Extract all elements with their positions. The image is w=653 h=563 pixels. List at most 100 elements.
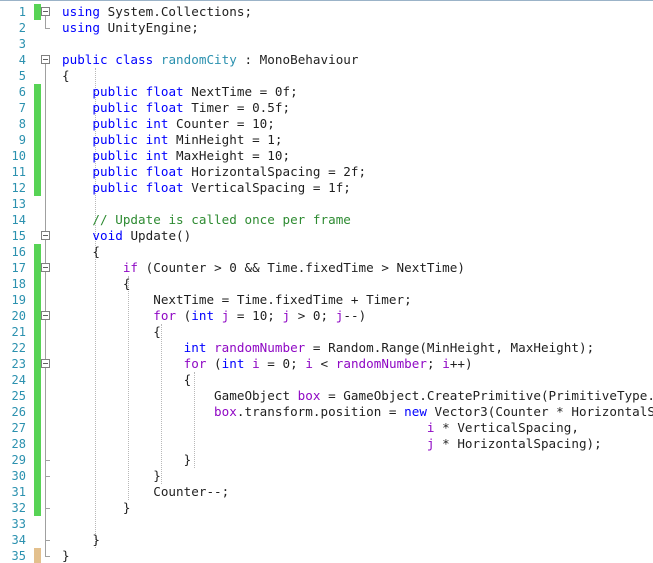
token-plain: * VerticalSpacing, xyxy=(434,420,579,435)
code-line[interactable]: } xyxy=(62,532,100,548)
token-plain: > 0; xyxy=(290,308,336,323)
token-plain: Counter = 10; xyxy=(168,116,275,131)
code-line[interactable]: public float Timer = 0.5f; xyxy=(62,100,290,116)
token-plain: = 0; xyxy=(259,356,306,371)
code-line[interactable]: public float NextTime = 0f; xyxy=(62,84,298,100)
code-line[interactable]: // Update is called once per frame xyxy=(62,212,351,228)
token-plain: GameObject xyxy=(62,388,298,403)
token-plain: HorizontalSpacing = 2f; xyxy=(183,164,367,179)
token-kw: int xyxy=(183,340,207,355)
token-plain: } xyxy=(62,532,101,547)
token-plain: UnityEngine; xyxy=(100,20,199,35)
code-line[interactable]: box.transform.position = new Vector3(Cou… xyxy=(62,404,653,420)
code-line[interactable]: if (Counter > 0 && Time.fixedTime > Next… xyxy=(62,260,465,276)
code-line[interactable]: public int Counter = 10; xyxy=(62,116,275,132)
token-var: randomNumber xyxy=(335,356,427,371)
token-kw: int xyxy=(191,308,215,323)
token-var: box xyxy=(214,404,237,419)
token-var: i xyxy=(305,356,313,371)
code-line[interactable]: { xyxy=(62,324,161,340)
token-plain: ++) xyxy=(449,356,473,371)
code-line[interactable]: j * HorizontalSpacing); xyxy=(62,436,602,452)
code-line[interactable]: NextTime = Time.fixedTime + Timer; xyxy=(62,292,412,308)
token-plain: Counter--; xyxy=(62,484,230,499)
token-cmt: // Update is called once per frame xyxy=(92,212,351,227)
code-line[interactable]: { xyxy=(62,372,192,388)
code-line[interactable]: for (int j = 10; j > 0; j--) xyxy=(62,308,366,324)
token-plain: } xyxy=(62,500,131,515)
code-line[interactable]: using System.Collections; xyxy=(62,4,252,20)
code-line[interactable]: using UnityEngine; xyxy=(62,20,199,36)
token-plain: { xyxy=(62,324,161,339)
token-kw: using xyxy=(62,20,101,35)
token-ctl: for xyxy=(153,308,177,323)
code-line[interactable]: i * VerticalSpacing, xyxy=(62,420,579,436)
token-kw: public float xyxy=(92,180,184,195)
token-kw: new xyxy=(404,404,427,419)
code-line[interactable]: { xyxy=(62,68,70,84)
token-kw: public float xyxy=(92,100,184,115)
token-ctl: for xyxy=(183,356,207,371)
code-line[interactable]: void Update() xyxy=(62,228,191,244)
token-var: i xyxy=(252,356,260,371)
code-line[interactable]: public int MaxHeight = 10; xyxy=(62,148,290,164)
code-line[interactable]: { xyxy=(62,244,100,260)
token-plain: * HorizontalSpacing); xyxy=(434,436,602,451)
token-kw: public float xyxy=(92,84,184,99)
code-line[interactable]: } xyxy=(62,452,192,468)
token-plain: .transform.position = xyxy=(236,404,405,419)
token-kw: public int xyxy=(92,116,169,131)
token-var: i xyxy=(442,356,450,371)
code-line[interactable]: int randomNumber = Random.Range(MinHeigh… xyxy=(62,340,595,356)
code-text-area[interactable]: using System.Collections; using UnityEngi… xyxy=(0,1,653,563)
code-line[interactable]: Counter--; xyxy=(62,484,229,500)
code-line[interactable]: public float VerticalSpacing = 1f; xyxy=(62,180,351,196)
code-line[interactable]: public float HorizontalSpacing = 2f; xyxy=(62,164,366,180)
token-plain: = 10; xyxy=(229,308,283,323)
code-line[interactable]: for (int i = 0; i < randomNumber; i++) xyxy=(62,356,473,372)
token-plain: { xyxy=(62,372,192,387)
token-plain: NextTime = Time.fixedTime + Timer; xyxy=(62,292,412,307)
token-var: j xyxy=(282,308,291,323)
token-plain: { xyxy=(62,276,131,291)
token-plain: --) xyxy=(343,308,367,323)
token-var: box xyxy=(297,388,321,403)
token-ctl: if xyxy=(122,260,139,275)
code-line[interactable]: } xyxy=(62,468,161,484)
code-editor[interactable]: 1 2 3 4 5 6 7 8 9 10 11 12 13 14 15 16 17 18 19 20 21 22 23 24 2… xyxy=(0,0,653,563)
token-kw: void xyxy=(92,228,123,243)
code-line[interactable]: public int MinHeight = 1; xyxy=(62,132,282,148)
code-line[interactable]: { xyxy=(62,276,131,292)
token-type: randomCity xyxy=(160,52,237,67)
token-kw: public int xyxy=(92,132,169,147)
token-plain: = Random.Range(MinHeight, MaxHeight); xyxy=(305,340,595,355)
code-line[interactable]: } xyxy=(62,548,70,563)
token-plain: } xyxy=(62,468,161,483)
code-line[interactable]: public class randomCity : MonoBehaviour xyxy=(62,52,359,68)
code-line[interactable]: GameObject box = GameObject.CreatePrimit… xyxy=(62,388,653,404)
token-plain: VerticalSpacing = 1f; xyxy=(183,180,351,195)
token-plain: { xyxy=(62,244,101,259)
token-plain: MaxHeight = 10; xyxy=(168,148,291,163)
token-plain: Timer = 0.5f; xyxy=(183,100,291,115)
token-kw: public int xyxy=(92,148,169,163)
token-plain: NextTime = 0f; xyxy=(183,84,298,99)
token-kw: int xyxy=(221,356,245,371)
code-line[interactable]: } xyxy=(62,500,131,516)
